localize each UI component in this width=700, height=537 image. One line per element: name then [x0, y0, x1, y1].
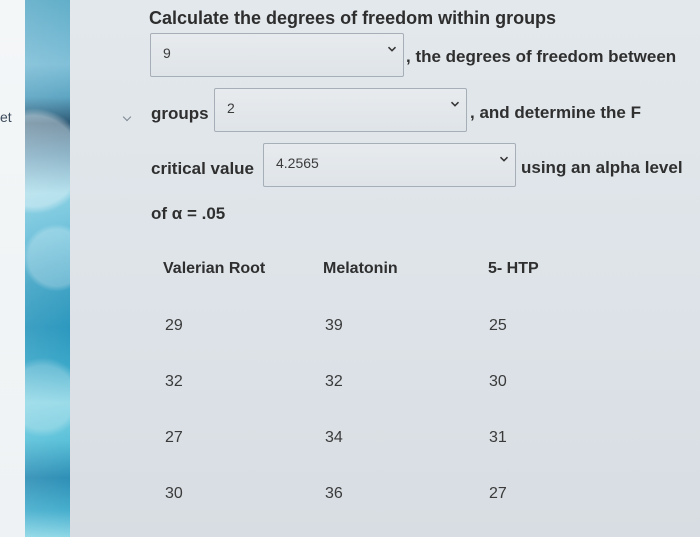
table-cell: 34 [325, 429, 343, 446]
table-cell: 27 [489, 485, 507, 502]
ocean-texture [25, 0, 70, 537]
table-cell: 39 [325, 317, 343, 334]
table-cell: 25 [489, 317, 507, 334]
table-cell: 27 [165, 429, 183, 446]
table-header-melatonin: Melatonin [323, 260, 398, 277]
critical-value-label: critical value [151, 159, 255, 178]
f-critical-value: 4.2565 [276, 155, 319, 171]
table-cell: 32 [325, 373, 343, 390]
df-between-value: 2 [227, 100, 235, 116]
table-cell: 30 [165, 485, 183, 502]
alpha-level-text: of α = .05 [151, 204, 226, 223]
df-between-select[interactable]: 2 [214, 88, 467, 132]
table-cell: 36 [325, 485, 343, 502]
ocean-image-strip [25, 0, 70, 537]
chevron-down-icon [450, 99, 460, 109]
df-between-prompt-text: , the degrees of freedom between [406, 47, 677, 66]
table-cell: 29 [165, 317, 183, 334]
table-cell: 31 [489, 429, 507, 446]
table-header-valerian-root: Valerian Root [163, 260, 266, 277]
left-edge-label: et [0, 109, 12, 125]
f-critical-select[interactable]: 4.2565 [263, 143, 516, 187]
f-critical-prompt-text: , and determine the F [470, 103, 641, 122]
left-panel: et [0, 0, 25, 537]
table-cell: 32 [165, 373, 183, 390]
table-header-5-htp: 5- HTP [488, 260, 539, 277]
df-within-select[interactable]: 9 [150, 33, 404, 77]
chevron-down-icon [499, 154, 509, 164]
df-within-value: 9 [163, 45, 171, 61]
table-cell: 30 [489, 373, 507, 390]
groups-label: groups [151, 104, 209, 123]
question-heading: Calculate the degrees of freedom within … [149, 8, 557, 28]
alpha-prompt-text: using an alpha level [521, 158, 683, 177]
screen: et Calculate the degrees of freedom with… [0, 0, 700, 537]
chevron-down-icon [387, 44, 397, 54]
